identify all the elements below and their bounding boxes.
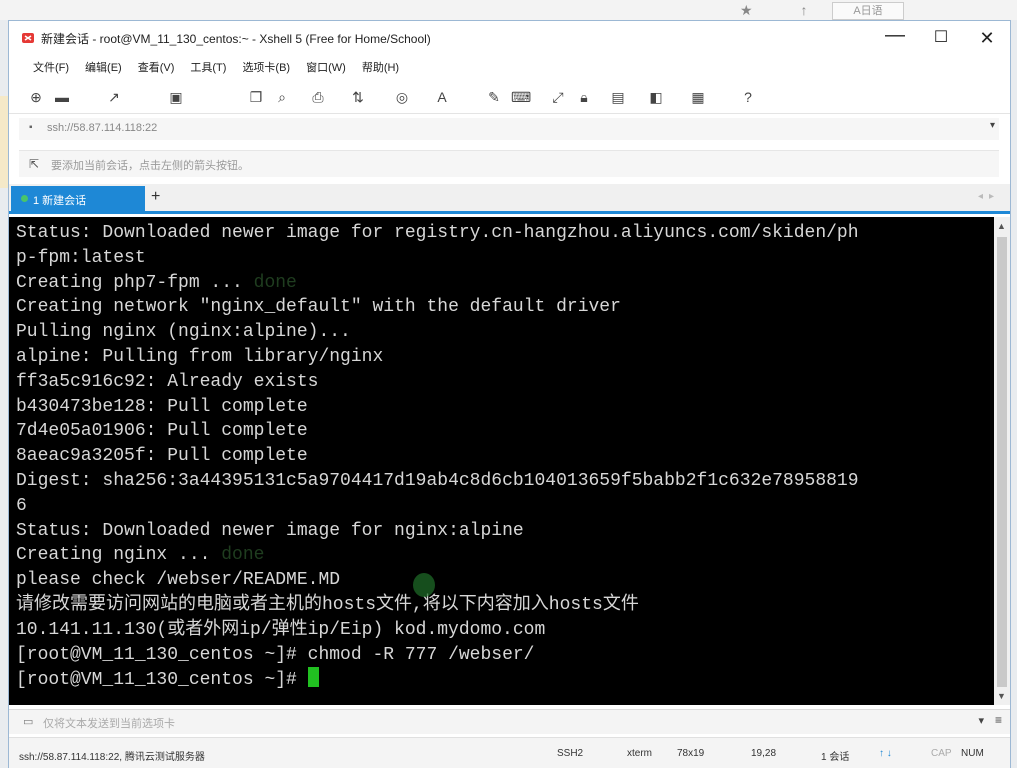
font-icon[interactable]: A [433,88,451,106]
tab-nav-arrows-icon[interactable]: ◂▸ [978,191,1000,202]
terminal-line: 7d4e05a01906: Pull complete [16,421,308,442]
close-button[interactable]: ✕ [964,25,1010,51]
open-folder-icon[interactable]: ▬ [53,88,71,106]
terminal-line: Creating nginx ... done [16,543,859,568]
status-caps: CAP [931,748,952,759]
lock-icon[interactable]: 🔒︎ [575,88,593,106]
terminal-line: please check /webser/README.MD [16,570,341,591]
terminal-output: Status: Downloaded newer image for regis… [16,221,859,692]
arrow-button-icon[interactable]: ⇱ [29,157,39,171]
menu-window[interactable]: 窗口(W) [298,57,354,79]
layout-icon[interactable]: ◧ [647,88,665,106]
menu-bar: 文件(F) 编辑(E) 查看(V) 工具(T) 选项卡(B) 窗口(W) 帮助(H) [9,57,1010,79]
background-tab: A日语 [832,2,904,20]
terminal-line: 6 [16,495,27,516]
terminal-line: Creating network "nginx_default" with th… [16,297,621,318]
terminal-line-text: Creating nginx ... [16,545,222,566]
terminal-line: Digest: sha256:3a44395131c5a9704417d19ab… [16,470,859,491]
done-status: done [221,545,265,566]
status-connection: ssh://58.87.114.118:22, 腾讯云测试服务器 [19,752,205,763]
terminal-line: Creating php7-fpm ... done [16,271,859,296]
add-tab-button[interactable]: + [151,188,160,206]
scroll-up-icon[interactable]: ▲ [997,221,1006,231]
transfer-icon[interactable]: ⇅ [349,88,367,106]
tab-session-1[interactable]: 1 新建会话 [11,186,145,211]
done-status: done [253,272,297,293]
terminal-line: p-fpm:latest [16,247,146,268]
terminal-line: Pulling nginx (nginx:alpine)... [16,322,351,343]
xshell-window: 新建会话 - root@VM_11_130_centos:~ - Xshell … [8,20,1011,768]
status-term: xterm [627,748,652,759]
fullscreen-icon[interactable]: ⤢ [549,88,567,106]
lock-icon: ▪ [29,122,33,133]
session-tip-bar: ⇱ 要添加当前会话，点击左侧的箭头按钮。 [19,150,999,177]
status-num: NUM [961,748,984,759]
session-arrows-icon[interactable]: ↑ ↓ [879,748,892,759]
title-bar[interactable]: 新建会话 - root@VM_11_130_centos:~ - Xshell … [9,21,1010,55]
compose-icon: ▭ [23,716,34,728]
terminal-line: alpine: Pulling from library/nginx [16,346,384,367]
compose-placeholder[interactable]: 仅将文本发送到当前选项卡 [43,715,175,731]
properties-icon[interactable]: ▣ [167,88,185,106]
terminal-area[interactable]: Status: Downloaded newer image for regis… [9,217,994,705]
scroll-thumb[interactable] [997,237,1007,687]
chevron-down-icon[interactable]: ▾ [978,714,984,727]
globe-icon[interactable]: ◎ [393,88,411,106]
script-icon[interactable]: ✎ [485,88,503,106]
xshell-logo-icon [22,33,34,43]
background-icons: ★ ↑ [740,2,830,18]
help-icon[interactable]: ? [739,88,757,106]
status-protocol: SSH2 [557,748,584,759]
menu-help[interactable]: 帮助(H) [354,57,407,79]
connected-status-icon [21,195,28,202]
window-title: 新建会话 - root@VM_11_130_centos:~ - Xshell … [41,32,431,46]
menu-view[interactable]: 查看(V) [130,57,183,79]
menu-icon[interactable]: ≡ [995,713,1002,727]
background-app-strip: ★ ↑ A日语 [0,0,1017,20]
terminal-line: ff3a5c916c92: Already exists [16,371,319,392]
copy-icon[interactable]: ❐ [247,88,265,106]
terminal-line: 8aeac9a3205f: Pull complete [16,446,308,467]
terminal-prompt-line[interactable]: [root@VM_11_130_centos ~]# [16,667,859,692]
background-side-strip [0,96,8,188]
print-icon[interactable]: ⎙ [309,88,327,106]
compose-icon[interactable]: ▦ [689,88,707,106]
menu-tools[interactable]: 工具(T) [182,57,234,79]
maximize-button[interactable]: ☐ [918,25,964,51]
compose-input-bar[interactable]: ▭ 仅将文本发送到当前选项卡 ▾ ≡ [9,709,1010,734]
menu-tab[interactable]: 选项卡(B) [234,57,298,79]
terminal-scrollbar[interactable]: ▲ ▼ [994,217,1010,705]
status-size: 78x19 [677,748,705,759]
status-sessions: 1 会话 [821,752,850,763]
keyboard-icon[interactable]: ⌨ [511,88,531,106]
menu-edit[interactable]: 编辑(E) [77,57,130,79]
toolbar: ⊕ ▬ ↗ ▣ ❐ ⌕ ⎙ ⇅ ◎ A ✎ ⌨ ⤢ 🔒︎ ▤ ◧ ▦ ? [9,83,1010,114]
terminal-line: 10.141.11.130(或者外网ip/弹性ip/Eip) kod.mydom… [16,619,546,640]
tab-bar: 1 新建会话 + ◂▸ [9,184,1010,214]
status-bar: ssh://58.87.114.118:22, 腾讯云测试服务器 SSH2 xt… [9,737,1010,768]
terminal-line: 请修改需要访问网站的电脑或者主机的hosts文件,将以下内容加入hosts文件 [16,594,639,615]
terminal-line: Status: Downloaded newer image for regis… [16,223,859,243]
address-bar[interactable]: ▪ ssh://58.87.114.118:22 ▾ [19,118,999,140]
minimize-button[interactable]: — [872,25,918,51]
terminal-line: Status: Downloaded newer image for nginx… [16,520,524,541]
bag-icon[interactable]: ▤ [609,88,627,106]
mouse-pointer-icon [413,573,435,597]
new-session-icon[interactable]: ⊕ [27,88,45,106]
terminal-cursor [307,667,319,688]
terminal-line: b430473be128: Pull complete [16,396,308,417]
tab-label: 1 新建会话 [33,195,87,207]
menu-file[interactable]: 文件(F) [25,57,77,79]
find-icon[interactable]: ⌕ [273,88,291,106]
reconnect-icon[interactable]: ↗ [105,88,123,106]
terminal-line: [root@VM_11_130_centos ~]# chmod -R 777 … [16,644,535,665]
tip-text: 要添加当前会话，点击左侧的箭头按钮。 [51,160,249,172]
scroll-down-icon[interactable]: ▼ [997,691,1006,701]
terminal-line-text: Creating php7-fpm ... [16,272,254,293]
prompt-text: [root@VM_11_130_centos ~]# [16,670,308,691]
status-cursor-pos: 19,28 [751,748,777,759]
address-text[interactable]: ssh://58.87.114.118:22 [47,122,157,134]
chevron-down-icon[interactable]: ▾ [990,120,995,131]
